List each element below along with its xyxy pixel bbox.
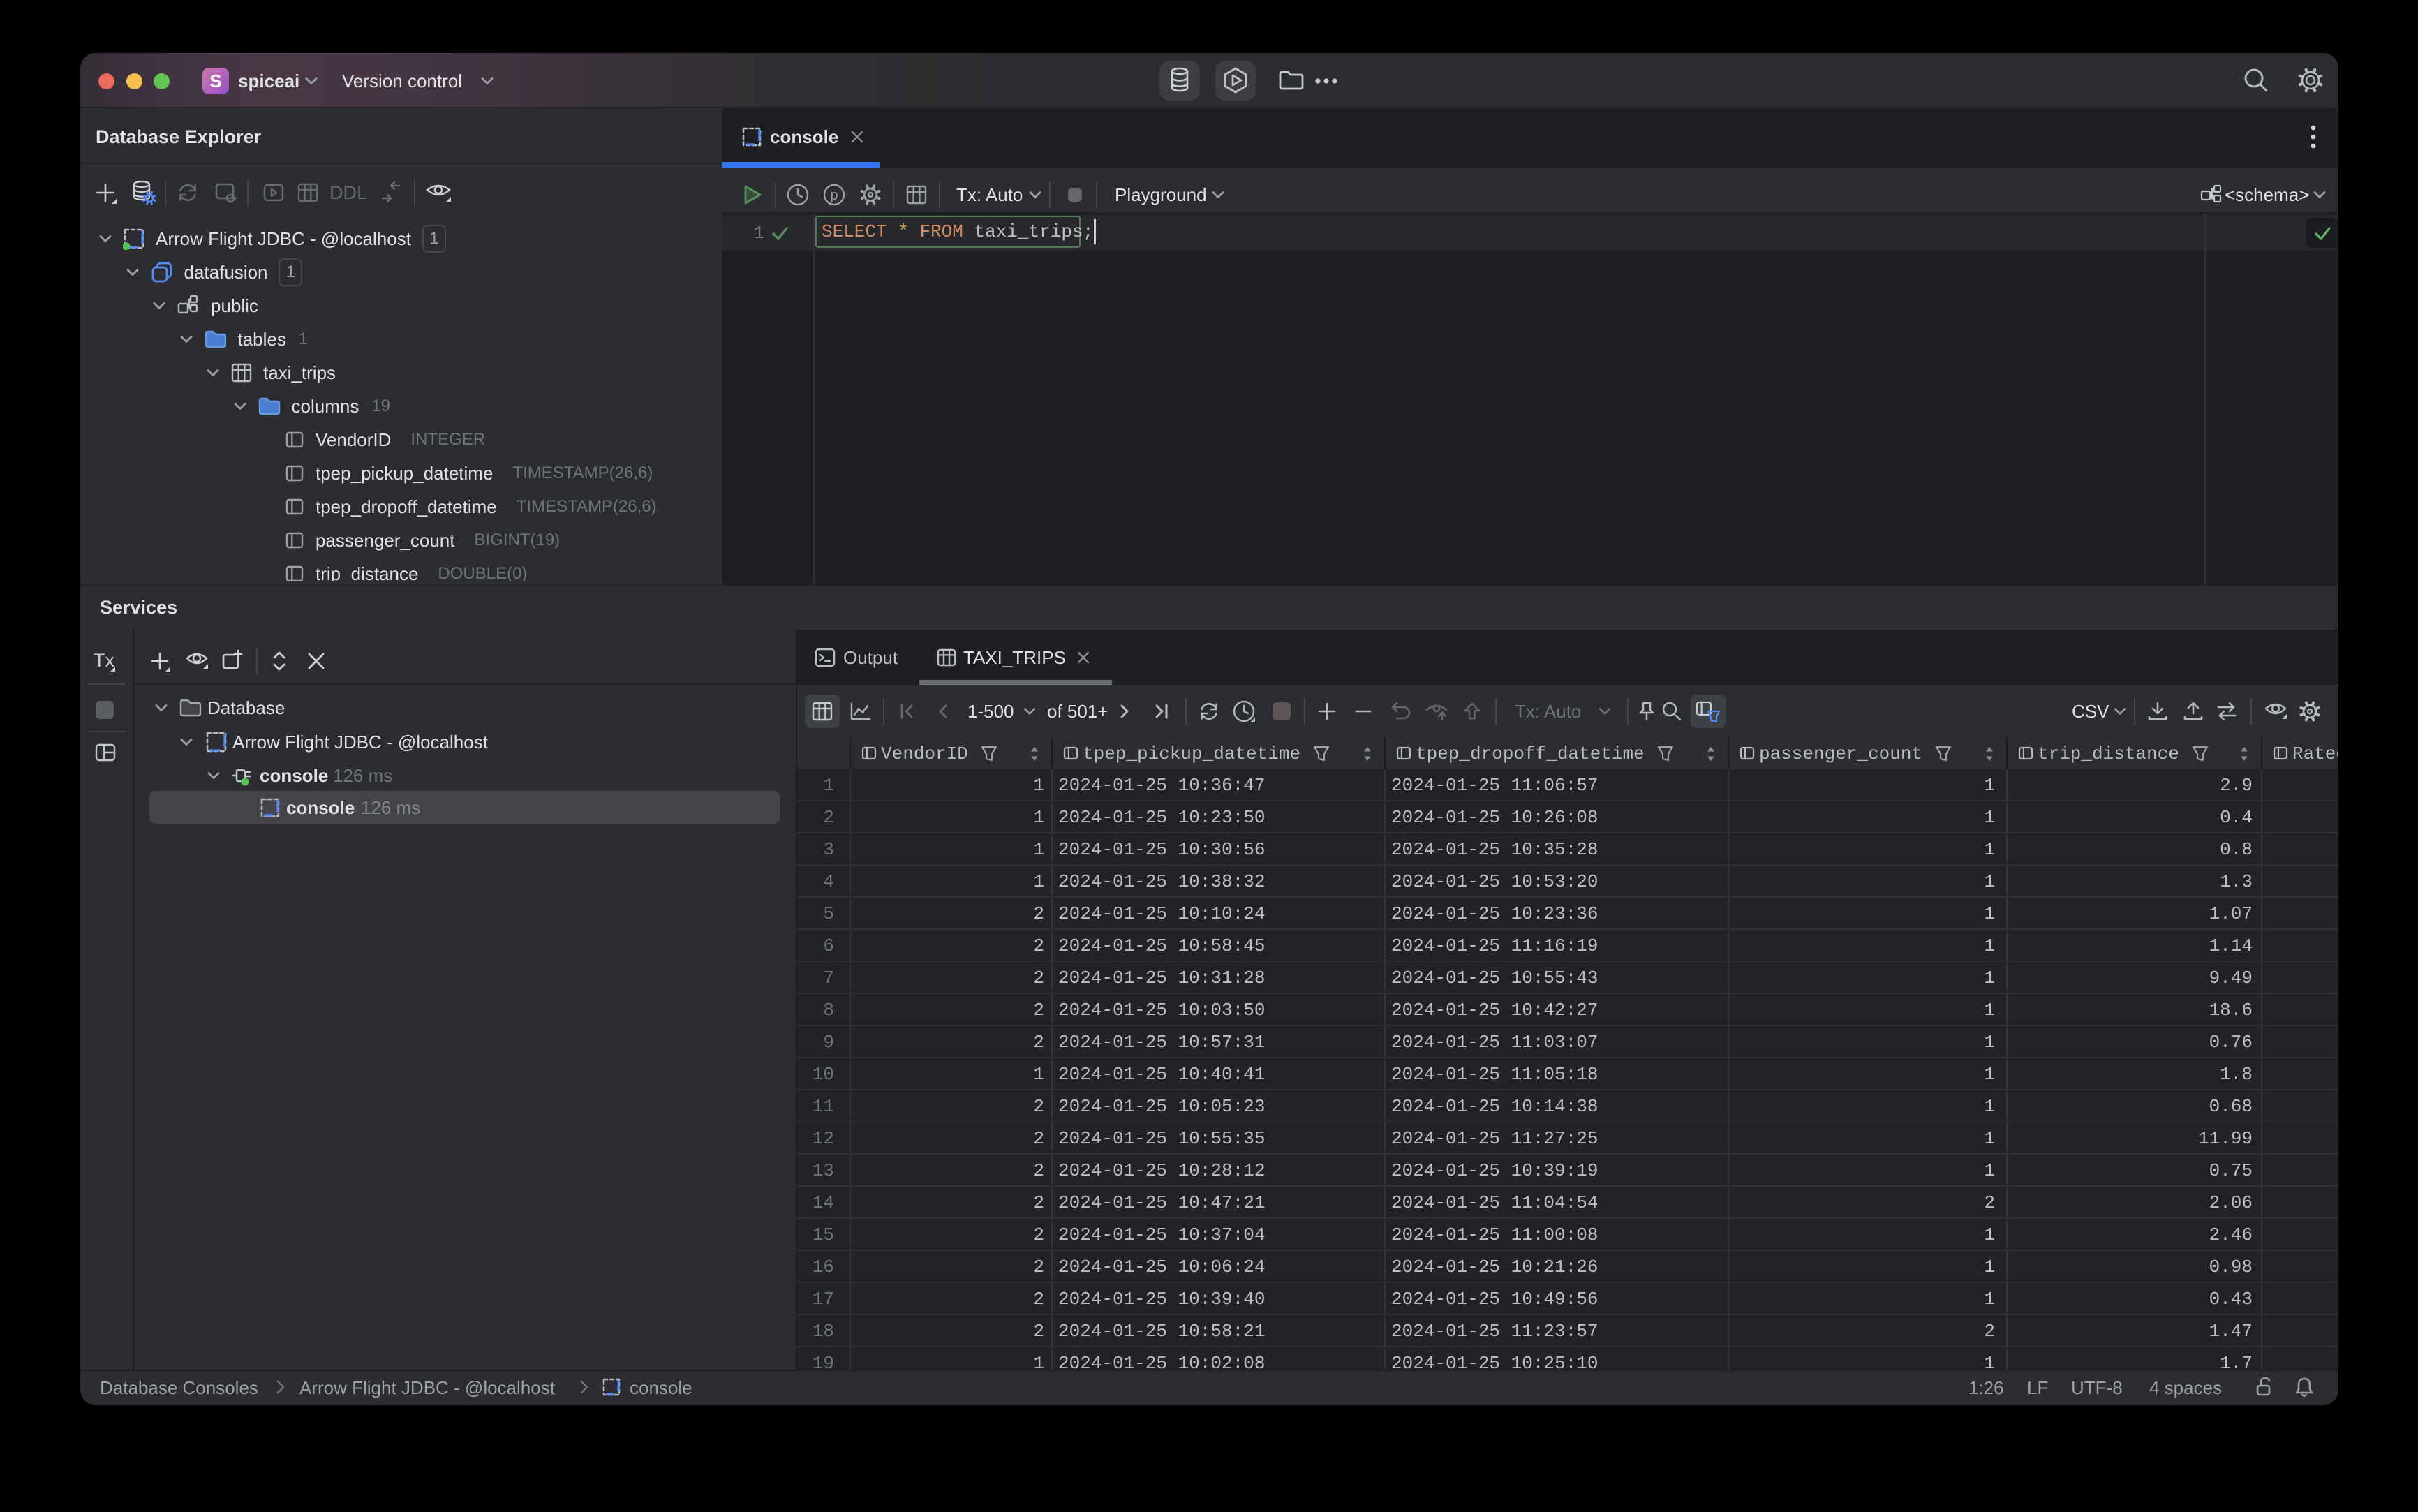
svg-text:p: p bbox=[830, 188, 838, 205]
svg-text:Tx: Tx bbox=[94, 650, 114, 671]
